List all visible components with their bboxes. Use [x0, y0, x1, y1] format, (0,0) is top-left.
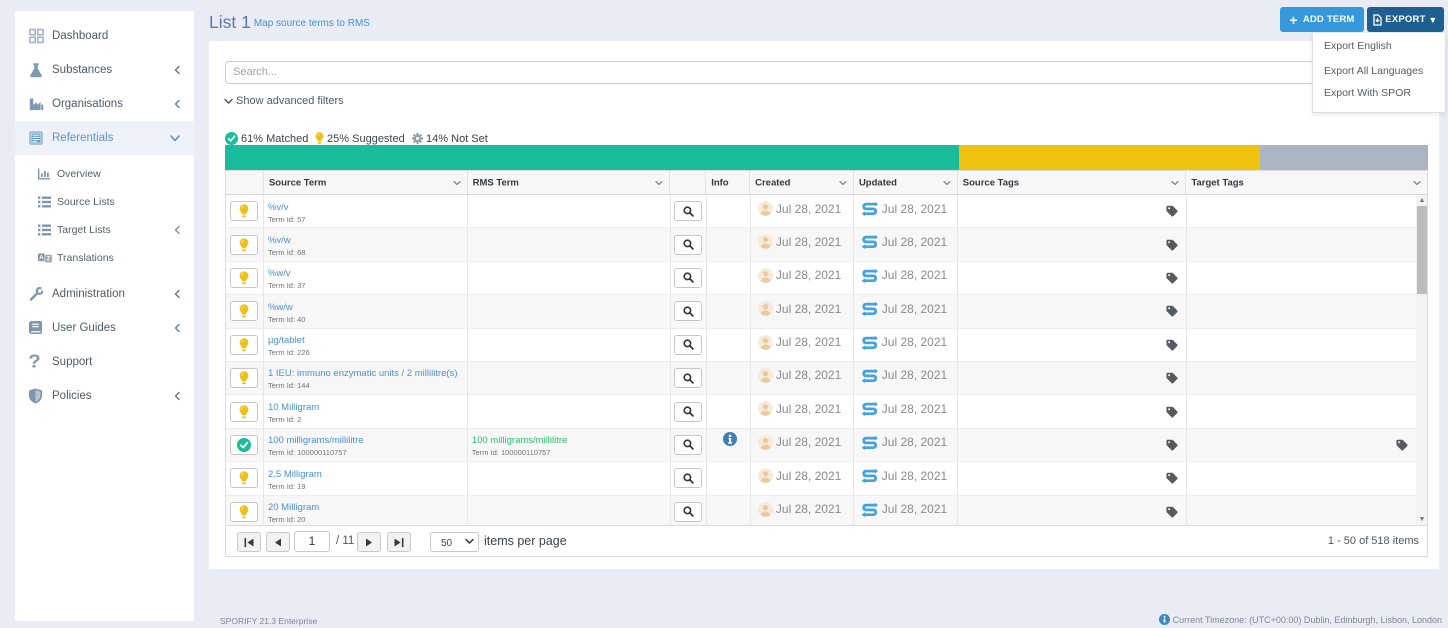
svg-text:Z: Z [47, 256, 51, 263]
svg-text:A: A [39, 254, 44, 261]
